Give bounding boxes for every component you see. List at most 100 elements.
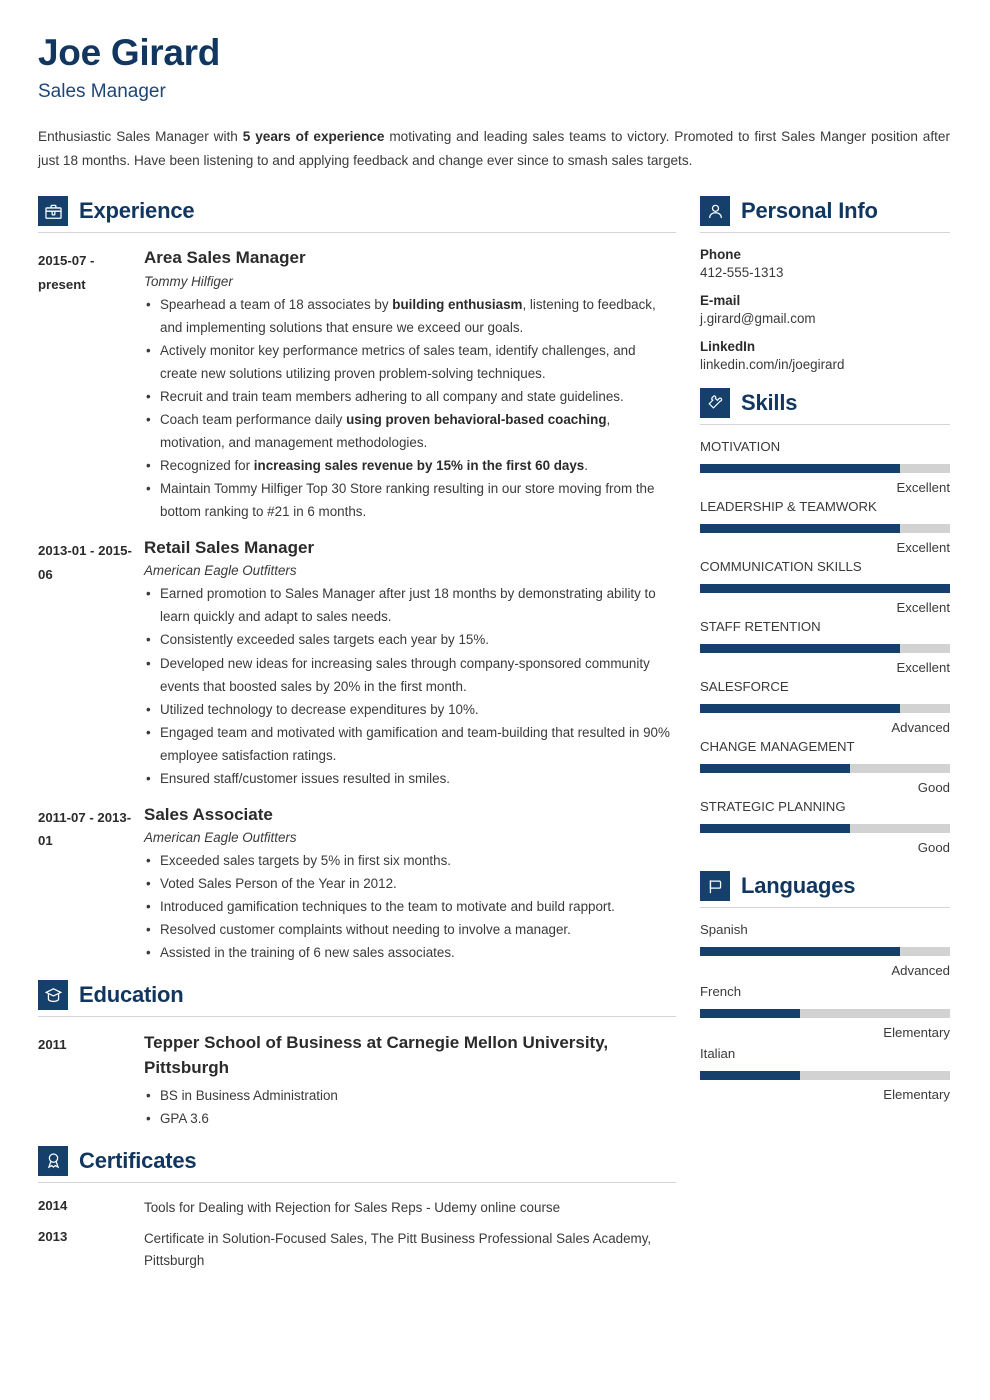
list-item: Utilized technology to decrease expendit… (144, 698, 676, 721)
language-name: French (700, 984, 742, 1000)
summary-text-part1: Enthusiastic Sales Manager with (38, 128, 243, 144)
summary-highlight: 5 years of experience (242, 128, 385, 144)
education-section: Education 2011 Tepper School of Business… (38, 980, 676, 1130)
experience-section: Experience 2015-07 - present Area Sales … (38, 196, 676, 964)
experience-entry: 2013-01 - 2015-06 Retail Sales Manager A… (38, 537, 676, 790)
skill-bar-track (700, 644, 950, 654)
candidate-name: Joe Girard (38, 32, 221, 73)
entry-date: 2011-07 - 2013-01 (38, 809, 132, 849)
skill-name: SALESFORCE (700, 679, 789, 695)
list-item: Maintain Tommy Hilfiger Top 30 Store ran… (144, 477, 676, 523)
skill-bar-fill (700, 824, 850, 834)
entry-role: Area Sales Manager (144, 248, 306, 268)
education-bullets: BS in Business Administration GPA 3.6 (144, 1084, 676, 1130)
skill-bar-fill (700, 464, 900, 474)
skill-name: STRATEGIC PLANNING (700, 799, 846, 815)
skill-level: Excellent (896, 540, 950, 556)
language-bar-fill (700, 947, 900, 957)
list-item: Assisted in the training of 6 new sales … (144, 941, 676, 964)
entry-date: 2013-01 - 2015-06 (38, 543, 132, 582)
language-bar-track (700, 947, 950, 957)
list-item: Resolved customer complaints without nee… (144, 918, 676, 941)
experience-section-header: Experience (38, 196, 676, 227)
main-column: Experience 2015-07 - present Area Sales … (38, 196, 676, 1287)
list-item: Earned promotion to Sales Manager after … (144, 582, 676, 628)
languages-section: Languages Spanish Advanced French Elemen… (700, 871, 950, 1102)
skill-name: CHANGE MANAGEMENT (700, 739, 855, 755)
award-ribbon-icon (38, 1145, 68, 1176)
skill-name: LEADERSHIP & TEAMWORK (700, 499, 877, 515)
contact-value[interactable]: j.girard@gmail.com (700, 311, 950, 326)
certificate-text: Tools for Dealing with Rejection for Sal… (144, 1199, 561, 1215)
language-level: Elementary (883, 1087, 950, 1103)
person-icon (700, 196, 730, 227)
certificate-year: 2013 (38, 1229, 68, 1245)
professional-summary: Enthusiastic Sales Manager with 5 years … (38, 125, 950, 173)
skill-bar-fill (700, 524, 900, 534)
certificates-section-header: Certificates (38, 1145, 676, 1176)
certificates-section: Certificates 2014 Tools for Dealing with… (38, 1145, 676, 1272)
entry-organization: Tommy Hilfiger (144, 273, 233, 289)
resume-page: Joe Girard Sales Manager Enthusiastic Sa… (0, 0, 990, 1288)
languages-section-header: Languages (700, 871, 950, 902)
briefcase-icon (38, 196, 68, 227)
education-section-header: Education (38, 980, 676, 1011)
skills-list: MOTIVATION Excellent LEADERSHIP & TEAMWO… (700, 439, 950, 855)
contact-value[interactable]: linkedin.com/in/joegirard (700, 357, 950, 372)
skill-level: Excellent (896, 660, 950, 676)
list-item: Actively monitor key performance metrics… (144, 339, 676, 385)
language-item: Spanish Advanced (700, 922, 950, 978)
certificate-row: 2013 Certificate in Solution-Focused Sal… (38, 1228, 676, 1271)
experience-entry: 2015-07 - present Area Sales Manager Tom… (38, 247, 676, 523)
entry-bullets: Exceeded sales targets by 5% in first si… (144, 849, 676, 964)
language-item: French Elementary (700, 984, 950, 1040)
entry-organization: American Eagle Outfitters (144, 830, 297, 846)
skill-item: SALESFORCE Advanced (700, 679, 950, 735)
language-level: Elementary (883, 1025, 950, 1041)
language-item: Italian Elementary (700, 1046, 950, 1102)
resume-header: Joe Girard Sales Manager Enthusiastic Sa… (38, 32, 950, 173)
graduation-cap-icon (38, 980, 68, 1011)
skill-bar-fill (700, 584, 950, 594)
list-item: Ensured staff/customer issues resulted i… (144, 767, 676, 790)
contact-item-linkedin: LinkedIn linkedin.com/in/joegirard (700, 339, 950, 372)
entry-date: 2011 (38, 1037, 67, 1053)
sidebar-column: Personal Info Phone 412-555-1313 E-mail … (700, 196, 950, 1118)
skill-bar-fill (700, 644, 900, 654)
list-item: Engaged team and motivated with gamifica… (144, 721, 676, 767)
experience-entry: 2011-07 - 2013-01 Sales Associate Americ… (38, 804, 676, 965)
skill-item: CHANGE MANAGEMENT Good (700, 739, 950, 795)
entry-bullets: Earned promotion to Sales Manager after … (144, 582, 676, 789)
skill-bar-track (700, 464, 950, 474)
skill-level: Good (917, 780, 950, 796)
contact-item-email: E-mail j.girard@gmail.com (700, 293, 950, 326)
skill-bar-fill (700, 764, 850, 774)
list-item: Recognized for increasing sales revenue … (144, 454, 676, 477)
personal-info-section-header: Personal Info (700, 196, 950, 227)
language-name: Spanish (700, 922, 748, 938)
language-name: Italian (700, 1046, 736, 1062)
section-divider (38, 1016, 676, 1018)
contact-label: LinkedIn (700, 339, 756, 355)
language-bar-track (700, 1009, 950, 1019)
certificate-year: 2014 (38, 1197, 68, 1213)
skill-bar-track (700, 584, 950, 594)
certificates-section-title: Certificates (79, 1147, 197, 1173)
list-item: Coach team performance daily using prove… (144, 408, 676, 454)
list-item: GPA 3.6 (144, 1107, 676, 1130)
skill-name: MOTIVATION (700, 439, 781, 455)
languages-list: Spanish Advanced French Elementary Itali… (700, 922, 950, 1102)
section-divider (38, 232, 676, 234)
skill-item: STRATEGIC PLANNING Good (700, 799, 950, 855)
certificate-row: 2014 Tools for Dealing with Rejection fo… (38, 1197, 676, 1219)
list-item: Introduced gamification techniques to th… (144, 895, 676, 918)
skill-level: Excellent (896, 480, 950, 496)
list-item: Developed new ideas for increasing sales… (144, 652, 676, 698)
skill-item: MOTIVATION Excellent (700, 439, 950, 495)
list-item: BS in Business Administration (144, 1084, 676, 1107)
education-entry: 2011 Tepper School of Business at Carneg… (38, 1031, 676, 1129)
skill-name: STAFF RETENTION (700, 619, 821, 635)
candidate-job-title: Sales Manager (38, 80, 166, 102)
section-divider (38, 1181, 676, 1183)
skill-name: COMMUNICATION SKILLS (700, 559, 862, 575)
